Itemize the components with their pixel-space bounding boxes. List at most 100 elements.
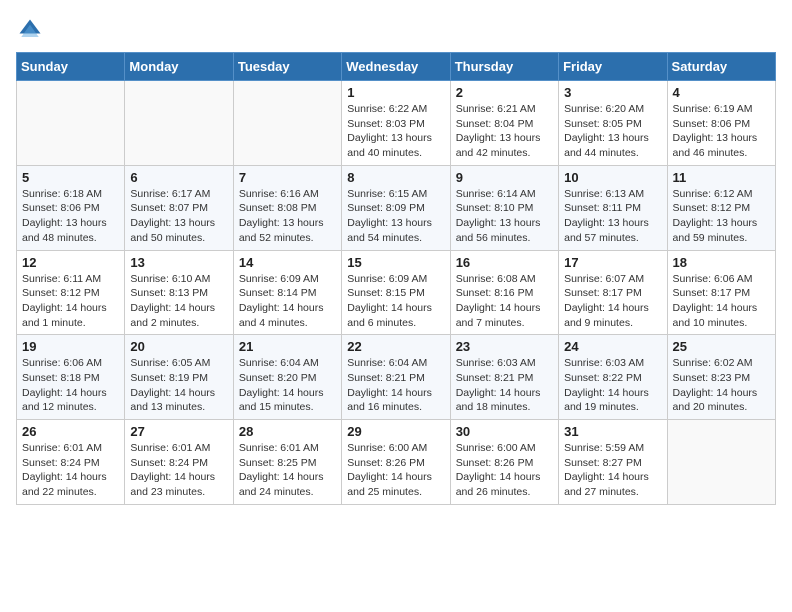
calendar-cell: 3 Sunrise: 6:20 AM Sunset: 8:05 PM Daylig… [559,81,667,166]
calendar-header-row: SundayMondayTuesdayWednesdayThursdayFrid… [17,53,776,81]
calendar-cell: 9Sunrise: 6:14 AM Sunset: 8:10 PM Daylig… [450,165,558,250]
calendar-cell: 11Sunrise: 6:12 AM Sunset: 8:12 PM Dayli… [667,165,775,250]
calendar-cell: 26 Sunrise: 6:01 AM Sunset: 8:24 PM Dayli… [17,420,125,505]
day-detail: Sunrise: 6:13 AM Sunset: 8:11 PM Dayligh… [564,187,661,246]
calendar-cell [125,81,233,166]
day-of-week-header: Friday [559,53,667,81]
calendar-cell: 10 Sunrise: 6:13 AM Sunset: 8:11 PM Dayli… [559,165,667,250]
day-detail: Sunrise: 6:01 AM Sunset: 8:24 PM Dayligh… [22,441,119,500]
calendar-cell [233,81,341,166]
calendar-cell: 16 Sunrise: 6:08 AM Sunset: 8:16 PM Dayli… [450,250,558,335]
day-detail: Sunrise: 6:01 AM Sunset: 8:25 PM Dayligh… [239,441,336,500]
calendar-cell: 1 Sunrise: 6:22 AM Sunset: 8:03 PM Daylig… [342,81,450,166]
day-number: 28 [239,424,336,439]
page-header [16,16,776,44]
day-of-week-header: Sunday [17,53,125,81]
day-number: 14 [239,255,336,270]
day-detail: Sunrise: 6:08 AM Sunset: 8:16 PM Dayligh… [456,272,553,331]
day-detail: Sunrise: 6:09 AM Sunset: 8:15 PM Dayligh… [347,272,444,331]
day-of-week-header: Wednesday [342,53,450,81]
day-number: 29 [347,424,444,439]
day-number: 8 [347,170,444,185]
day-number: 5 [22,170,119,185]
day-detail: Sunrise: 6:15 AM Sunset: 8:09 PM Dayligh… [347,187,444,246]
day-detail: Sunrise: 6:06 AM Sunset: 8:17 PM Dayligh… [673,272,770,331]
day-detail: Sunrise: 6:18 AM Sunset: 8:06 PM Dayligh… [22,187,119,246]
day-number: 16 [456,255,553,270]
day-detail: Sunrise: 6:19 AM Sunset: 8:06 PM Dayligh… [673,102,770,161]
day-number: 13 [130,255,227,270]
calendar-table: SundayMondayTuesdayWednesdayThursdayFrid… [16,52,776,505]
day-number: 22 [347,339,444,354]
calendar-cell: 7 Sunrise: 6:16 AM Sunset: 8:08 PM Daylig… [233,165,341,250]
day-number: 12 [22,255,119,270]
calendar-cell: 28 Sunrise: 6:01 AM Sunset: 8:25 PM Dayli… [233,420,341,505]
day-number: 26 [22,424,119,439]
calendar-cell: 19 Sunrise: 6:06 AM Sunset: 8:18 PM Dayli… [17,335,125,420]
day-detail: Sunrise: 6:22 AM Sunset: 8:03 PM Dayligh… [347,102,444,161]
day-detail: Sunrise: 6:02 AM Sunset: 8:23 PM Dayligh… [673,356,770,415]
calendar-cell: 15 Sunrise: 6:09 AM Sunset: 8:15 PM Dayli… [342,250,450,335]
day-detail: Sunrise: 6:06 AM Sunset: 8:18 PM Dayligh… [22,356,119,415]
calendar-cell: 24Sunrise: 6:03 AM Sunset: 8:22 PM Dayli… [559,335,667,420]
calendar-cell: 29Sunrise: 6:00 AM Sunset: 8:26 PM Dayli… [342,420,450,505]
day-of-week-header: Tuesday [233,53,341,81]
day-detail: Sunrise: 6:17 AM Sunset: 8:07 PM Dayligh… [130,187,227,246]
calendar-cell: 22 Sunrise: 6:04 AM Sunset: 8:21 PM Dayli… [342,335,450,420]
calendar-cell [667,420,775,505]
calendar-cell: 13 Sunrise: 6:10 AM Sunset: 8:13 PM Dayli… [125,250,233,335]
calendar-cell: 20Sunrise: 6:05 AM Sunset: 8:19 PM Dayli… [125,335,233,420]
day-number: 31 [564,424,661,439]
day-number: 6 [130,170,227,185]
calendar-cell: 2Sunrise: 6:21 AM Sunset: 8:04 PM Daylig… [450,81,558,166]
day-number: 15 [347,255,444,270]
calendar-week-row: 1 Sunrise: 6:22 AM Sunset: 8:03 PM Daylig… [17,81,776,166]
day-of-week-header: Thursday [450,53,558,81]
calendar-cell: 6 Sunrise: 6:17 AM Sunset: 8:07 PM Daylig… [125,165,233,250]
calendar-week-row: 19 Sunrise: 6:06 AM Sunset: 8:18 PM Dayli… [17,335,776,420]
day-number: 18 [673,255,770,270]
calendar-cell: 12 Sunrise: 6:11 AM Sunset: 8:12 PM Dayli… [17,250,125,335]
calendar-cell: 30 Sunrise: 6:00 AM Sunset: 8:26 PM Dayli… [450,420,558,505]
day-number: 19 [22,339,119,354]
day-detail: Sunrise: 6:07 AM Sunset: 8:17 PM Dayligh… [564,272,661,331]
day-number: 23 [456,339,553,354]
day-number: 24 [564,339,661,354]
day-detail: Sunrise: 6:04 AM Sunset: 8:20 PM Dayligh… [239,356,336,415]
day-detail: Sunrise: 6:20 AM Sunset: 8:05 PM Dayligh… [564,102,661,161]
day-of-week-header: Saturday [667,53,775,81]
day-detail: Sunrise: 6:10 AM Sunset: 8:13 PM Dayligh… [130,272,227,331]
day-number: 3 [564,85,661,100]
day-of-week-header: Monday [125,53,233,81]
day-detail: Sunrise: 6:01 AM Sunset: 8:24 PM Dayligh… [130,441,227,500]
day-detail: Sunrise: 6:04 AM Sunset: 8:21 PM Dayligh… [347,356,444,415]
calendar-cell: 4 Sunrise: 6:19 AM Sunset: 8:06 PM Daylig… [667,81,775,166]
day-number: 25 [673,339,770,354]
day-detail: Sunrise: 6:11 AM Sunset: 8:12 PM Dayligh… [22,272,119,331]
day-number: 30 [456,424,553,439]
calendar-cell: 31Sunrise: 5:59 AM Sunset: 8:27 PM Dayli… [559,420,667,505]
calendar-cell: 14 Sunrise: 6:09 AM Sunset: 8:14 PM Dayli… [233,250,341,335]
calendar-cell [17,81,125,166]
day-detail: Sunrise: 6:09 AM Sunset: 8:14 PM Dayligh… [239,272,336,331]
calendar-cell: 17Sunrise: 6:07 AM Sunset: 8:17 PM Dayli… [559,250,667,335]
day-detail: Sunrise: 6:14 AM Sunset: 8:10 PM Dayligh… [456,187,553,246]
day-detail: Sunrise: 6:03 AM Sunset: 8:21 PM Dayligh… [456,356,553,415]
calendar-week-row: 5 Sunrise: 6:18 AM Sunset: 8:06 PM Daylig… [17,165,776,250]
day-number: 27 [130,424,227,439]
calendar-cell: 27 Sunrise: 6:01 AM Sunset: 8:24 PM Dayli… [125,420,233,505]
logo [16,16,48,44]
calendar-week-row: 26 Sunrise: 6:01 AM Sunset: 8:24 PM Dayli… [17,420,776,505]
calendar-week-row: 12 Sunrise: 6:11 AM Sunset: 8:12 PM Dayli… [17,250,776,335]
calendar-cell: 5 Sunrise: 6:18 AM Sunset: 8:06 PM Daylig… [17,165,125,250]
day-number: 1 [347,85,444,100]
day-detail: Sunrise: 6:00 AM Sunset: 8:26 PM Dayligh… [456,441,553,500]
day-number: 11 [673,170,770,185]
calendar-cell: 18 Sunrise: 6:06 AM Sunset: 8:17 PM Dayli… [667,250,775,335]
calendar-cell: 21Sunrise: 6:04 AM Sunset: 8:20 PM Dayli… [233,335,341,420]
day-detail: Sunrise: 6:16 AM Sunset: 8:08 PM Dayligh… [239,187,336,246]
day-number: 4 [673,85,770,100]
day-number: 7 [239,170,336,185]
calendar-cell: 25 Sunrise: 6:02 AM Sunset: 8:23 PM Dayli… [667,335,775,420]
day-number: 10 [564,170,661,185]
